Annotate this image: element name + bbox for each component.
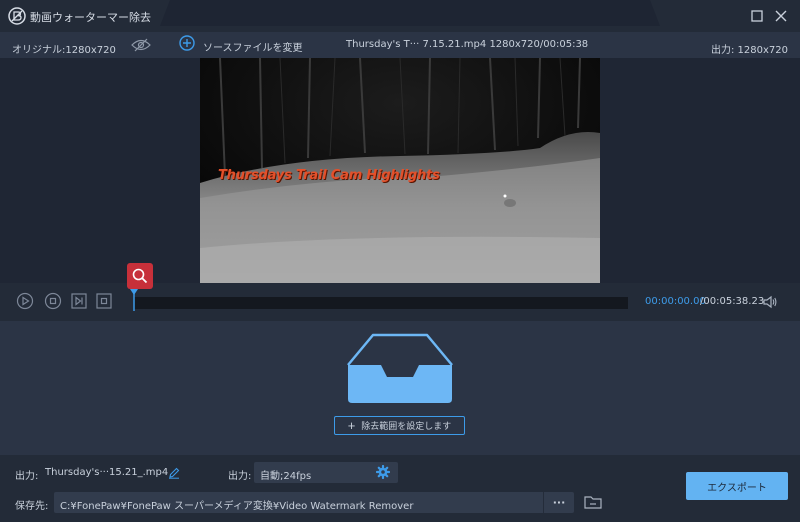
magnifier-icon: [132, 268, 148, 284]
gear-icon[interactable]: [376, 465, 390, 479]
frame-stop-icon: [96, 293, 112, 309]
volume-icon[interactable]: [762, 294, 778, 310]
add-source-icon[interactable]: [179, 35, 195, 51]
total-time: /00:05:38.23: [700, 296, 765, 307]
original-resolution: オリジナル:1280x720: [12, 45, 116, 56]
plus-icon: +: [347, 418, 356, 433]
stop-button[interactable]: [44, 292, 62, 310]
output-name-value: Thursday's···15.21_.mp4: [45, 467, 169, 478]
file-info: Thursday's T··· 7.15.21.mp4 1280x720/00:…: [346, 39, 589, 50]
timeline-track[interactable]: [134, 297, 628, 309]
video-text-overlay: Thursdays Trail Cam Highlights: [218, 168, 440, 183]
set-removal-area-label: 除去範囲を設定します: [361, 421, 452, 431]
next-frame-icon: [71, 293, 87, 309]
magnifier-marker-button[interactable]: [127, 263, 153, 289]
save-location-label: 保存先:: [15, 501, 49, 512]
next-frame-button[interactable]: [70, 292, 88, 310]
set-removal-area-button[interactable]: + 除去範囲を設定します: [334, 416, 465, 435]
close-icon: [775, 10, 787, 22]
current-time: 00:00:00.00: [645, 296, 706, 307]
maximize-icon: [751, 10, 763, 22]
window-title: 動画ウォーターマー除去: [30, 11, 151, 24]
inbox-tray-icon: [347, 333, 453, 403]
output-format-label: 出力:: [228, 471, 252, 482]
pencil-icon[interactable]: [168, 467, 180, 479]
eye-slash-icon[interactable]: [131, 38, 151, 52]
play-icon: [16, 292, 34, 310]
output-resolution: 出力: 1280x720: [710, 45, 788, 56]
save-path-value: C:¥FonePaw¥FonePaw スーパーメディア変換¥Video Wate…: [60, 501, 414, 512]
change-source-button[interactable]: ソースファイルを変更: [203, 39, 303, 54]
playhead-icon[interactable]: [129, 289, 139, 311]
export-button[interactable]: エクスポート: [686, 472, 788, 500]
output-name-label: 出力:: [15, 471, 39, 482]
maximize-button[interactable]: [749, 8, 765, 24]
source-tab: [160, 0, 660, 26]
app-logo-icon: [8, 7, 26, 25]
stop-icon: [44, 292, 62, 310]
browse-more-button[interactable]: ···: [543, 492, 574, 513]
folder-icon[interactable]: [584, 494, 602, 510]
close-button[interactable]: [773, 8, 789, 24]
play-button[interactable]: [16, 292, 34, 310]
stop-frame-button[interactable]: [95, 292, 113, 310]
output-format-value: 自動;24fps: [260, 471, 312, 482]
